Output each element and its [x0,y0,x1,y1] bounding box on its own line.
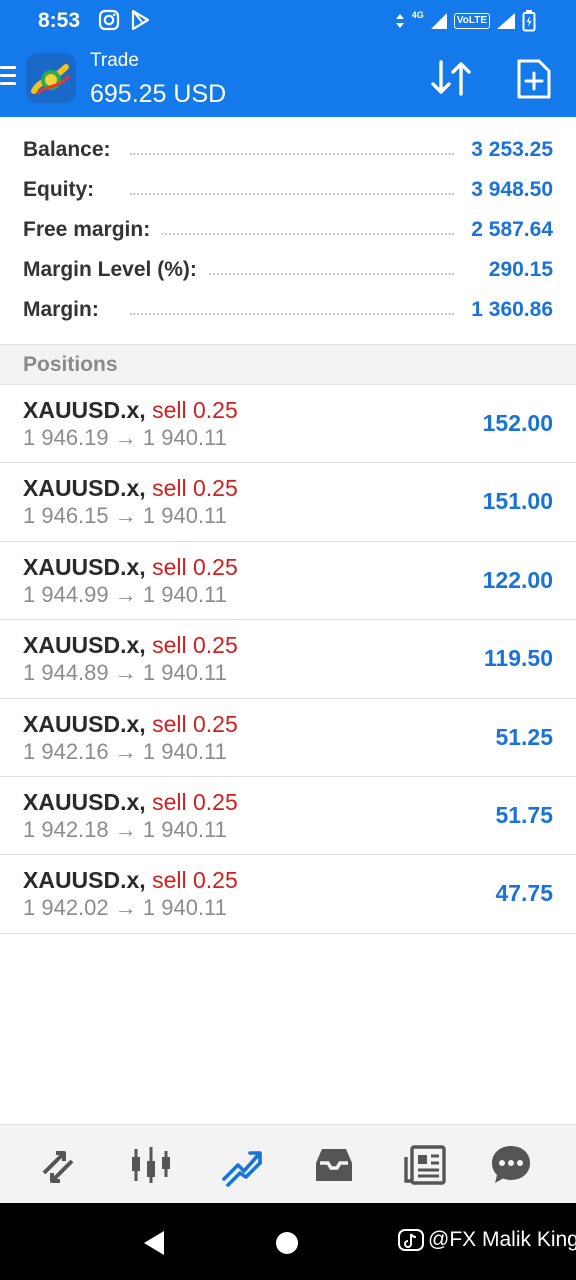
arrow: → [114,895,137,921]
menu-icon[interactable] [0,66,18,90]
position-type: sell 0.25 [152,397,238,423]
summary-value: 3 253.25 [461,138,553,162]
summary-row-free-margin: Free margin: 2 587.64 [0,210,576,250]
sort-icon[interactable] [428,58,474,98]
position-symbol: XAUUSD.x, [23,788,146,815]
summary-row-margin-level: Margin Level (%): 290.15 [0,250,576,290]
positions-heading-label: Positions [23,353,118,376]
chart-icon[interactable] [129,1143,173,1187]
summary-label: Margin: [23,298,111,322]
arrow: → [114,816,137,842]
position-row[interactable]: XAUUSD.x, sell 0.25 1 942.02 → 1 940.11 … [0,855,576,934]
position-row[interactable]: XAUUSD.x, sell 0.25 1 944.99 → 1 940.11 … [0,542,576,621]
position-profit: 51.25 [495,723,553,750]
position-type: sell 0.25 [152,867,238,894]
open-price: 1 946.15 [23,503,109,529]
summary-value: 2 587.64 [461,218,553,242]
position-profit: 151.00 [482,488,553,515]
watermark: @FX Malik King [398,1228,576,1252]
summary-row-margin: Margin: 1 360.86 [0,290,576,330]
page-title: Trade [90,50,139,71]
summary-row-balance: Balance: 3 253.25 [0,130,576,170]
account-summary: Balance: 3 253.25 Equity: 3 948.50 Free … [0,130,576,330]
position-type: sell 0.25 [152,788,238,815]
open-price: 1 942.02 [23,895,109,921]
summary-label: Equity: [23,178,107,202]
status-bar: 8:53 4G VoLTE [0,0,576,44]
position-symbol: XAUUSD.x, [23,475,146,502]
signal-icon [430,13,447,29]
signal-icon-2 [497,13,515,29]
position-symbol: XAUUSD.x, [23,867,146,894]
position-profit: 51.75 [495,801,553,828]
position-type: sell 0.25 [152,632,238,659]
summary-label: Balance: [23,138,123,162]
arrow: → [114,581,137,607]
current-price: 1 940.11 [142,895,227,921]
position-profit: 122.00 [482,566,553,593]
position-type: sell 0.25 [152,475,238,502]
status-time: 8:53 [38,9,81,32]
summary-label: Free margin: [23,218,163,242]
position-row[interactable]: XAUUSD.x, sell 0.25 1 942.18 → 1 940.11 … [0,777,576,856]
position-profit: 152.00 [482,410,553,436]
position-row[interactable]: XAUUSD.x, sell 0.25 1 946.15 → 1 940.11 … [0,463,576,542]
position-symbol: XAUUSD.x, [23,397,146,423]
arrow: → [114,503,137,529]
back-icon[interactable] [142,1230,166,1256]
summary-label: Margin Level (%): [23,258,209,282]
current-price: 1 940.11 [142,425,227,450]
watermark-text: @FX Malik King [428,1228,576,1251]
profit-total: 695.25 USD [90,80,227,108]
summary-value: 1 360.86 [461,298,553,322]
open-price: 1 942.18 [23,816,109,842]
battery-icon [522,10,536,32]
current-price: 1 940.11 [142,738,227,764]
summary-value: 290.15 [478,258,553,282]
summary-value: 3 948.50 [461,178,553,202]
open-price: 1 946.19 [23,425,109,450]
position-symbol: XAUUSD.x, [23,632,146,659]
open-price: 1 944.99 [23,581,109,607]
position-row[interactable]: XAUUSD.x, sell 0.25 1 942.16 → 1 940.11 … [0,699,576,777]
play-store-icon [131,9,150,31]
position-symbol: XAUUSD.x, [23,710,146,737]
current-price: 1 940.11 [142,581,227,607]
position-row[interactable]: XAUUSD.x, sell 0.25 1 946.19 → 1 940.11 … [0,385,576,464]
home-icon[interactable] [275,1231,299,1255]
position-symbol: XAUUSD.x, [23,553,146,580]
position-profit: 47.75 [495,880,553,907]
positions-heading: Positions [0,344,576,385]
positions-list: XAUUSD.x, sell 0.25 1 946.19 → 1 940.11 … [0,385,576,934]
position-row[interactable]: XAUUSD.x, sell 0.25 1 944.89 → 1 940.11 … [0,620,576,699]
current-price: 1 940.11 [142,816,227,842]
instagram-icon [98,9,120,31]
position-type: sell 0.25 [152,710,238,737]
arrow: → [114,660,137,686]
metatrader-logo [26,53,76,103]
tiktok-logo [398,1229,424,1251]
current-price: 1 940.11 [142,660,227,686]
quotes-icon[interactable] [36,1143,80,1187]
history-icon[interactable] [312,1143,356,1187]
open-price: 1 944.89 [23,660,109,686]
current-price: 1 940.11 [142,503,227,529]
summary-row-equity: Equity: 3 948.50 [0,170,576,210]
system-nav-bar: @FX Malik King [0,1203,576,1280]
bottom-nav [0,1124,576,1204]
news-icon[interactable] [404,1143,448,1187]
position-profit: 119.50 [483,645,553,672]
messages-icon[interactable] [489,1143,533,1187]
wifi-calling-icon [395,14,404,28]
trade-icon[interactable] [220,1143,264,1187]
open-price: 1 942.16 [23,738,109,764]
network-type: 4G [411,10,424,20]
volte-badge: VoLTE [453,13,490,29]
arrow: → [114,738,137,764]
arrow: → [114,425,137,450]
new-order-icon[interactable] [516,58,552,100]
position-type: sell 0.25 [152,553,238,580]
app-header: 8:53 4G VoLTE Trade 695.25 USD [0,0,576,117]
